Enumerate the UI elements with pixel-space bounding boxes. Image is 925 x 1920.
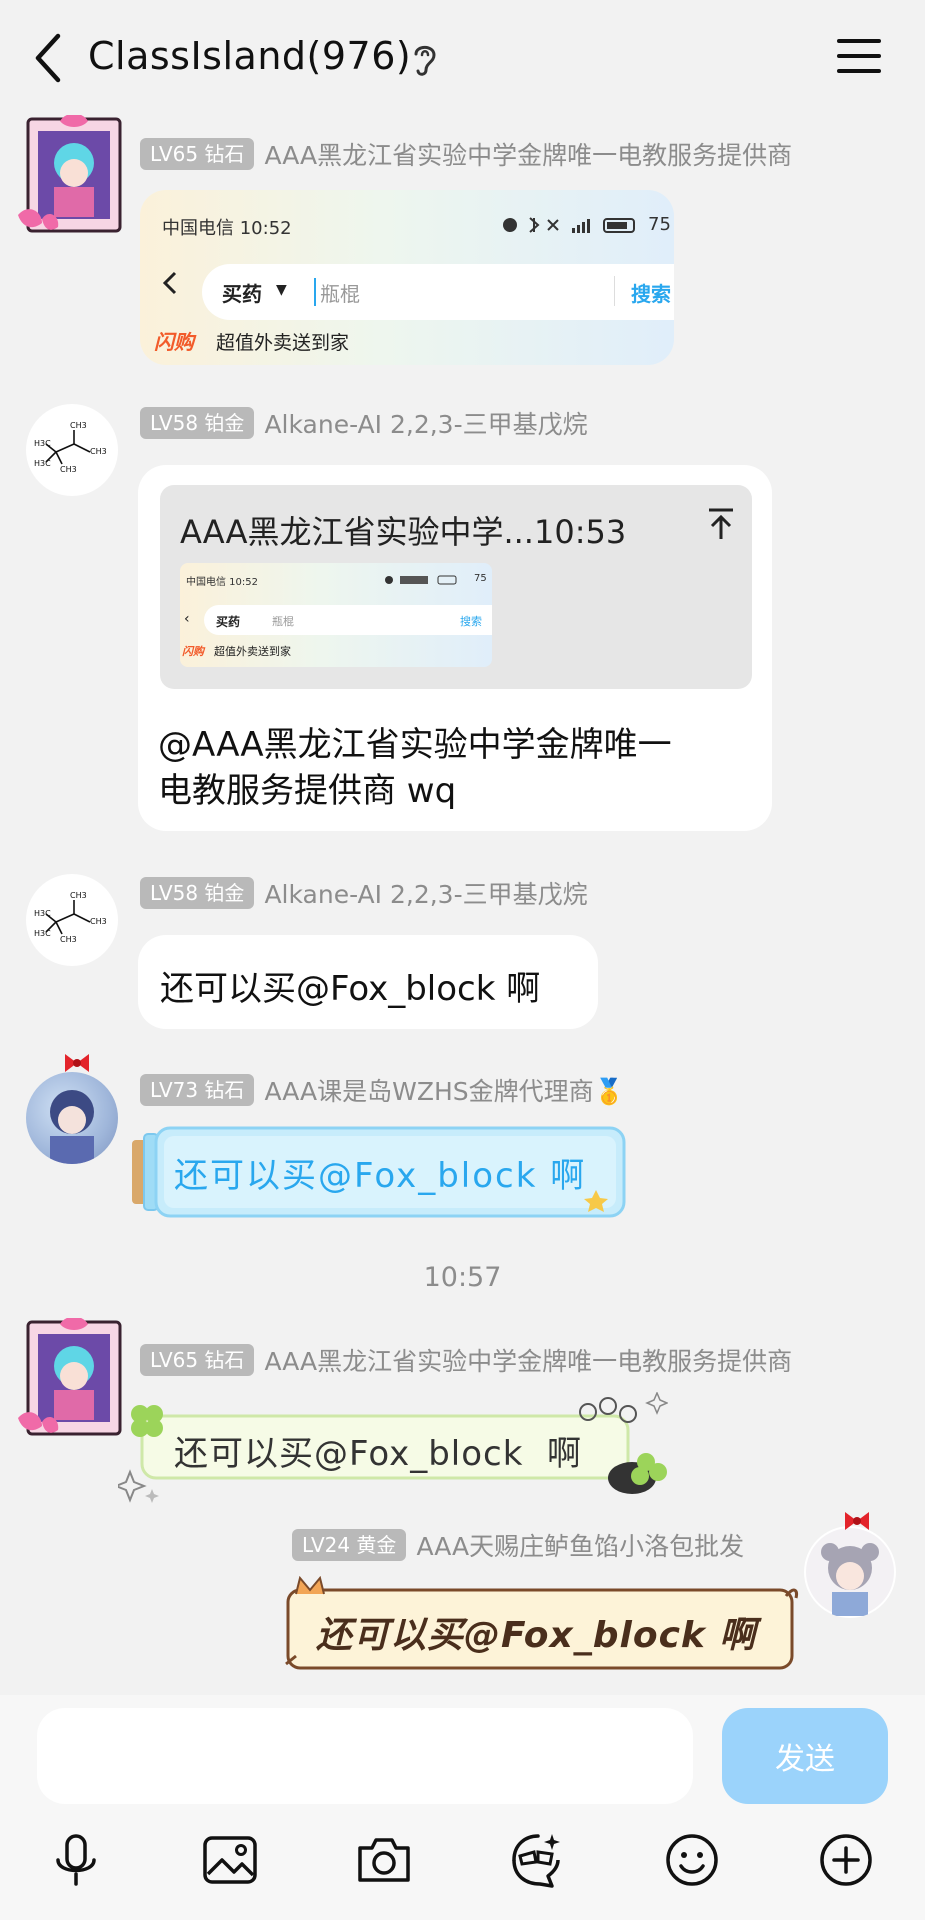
bottle-bubble[interactable]: 还可以买@Fox_block 啊 [130,1126,628,1218]
molecule-structure-icon: CH3 CH3 H3C H3C CH3 [34,421,107,474]
message-meta: LV73 钻石 AAA课是岛WZHS金牌代理商🥇 [140,1073,625,1107]
molecule-structure-icon: CH3 CH3 H3C H3C CH3 [34,891,107,944]
ear-icon[interactable] [410,40,440,78]
sender-name[interactable]: AAA黑龙江省实验中学金牌唯一电教服务提供商 [264,1342,792,1378]
emoji-icon[interactable] [662,1830,722,1890]
message-text: 还可以买@Fox_block 啊 [160,969,541,1009]
avatar[interactable] [26,1072,118,1164]
ch3-label: CH3 [90,917,107,926]
chat-title[interactable]: ClassIsland(976) [88,34,411,78]
status-time: 中国电信 10:52 [162,218,292,239]
quoted-message[interactable]: AAA黑龙江省实验中学...10:53 中国电信 10:52 75 ‹ 买药 瓶… [160,485,752,689]
microphone-icon[interactable] [46,1830,106,1890]
level-badge: LV65 钻石 [140,1344,255,1376]
image-icon[interactable] [200,1830,260,1890]
message-meta: LV58 铂金 Alkane-AI 2,2,3-三甲基戊烷 [140,406,588,440]
reply-message-bubble[interactable]: AAA黑龙江省实验中学...10:53 中国电信 10:52 75 ‹ 买药 瓶… [138,465,772,831]
search-category: 买药 [222,282,262,306]
ch3-label: CH3 [60,935,77,944]
message-text: 还可以买@Fox_block 啊 [174,1434,583,1474]
message-text: 还可以买@Fox_block 啊 [316,1615,757,1656]
sender-name[interactable]: Alkane-AI 2,2,3-三甲基戊烷 [264,875,587,911]
promo-text: 超值外卖送到家 [216,332,350,354]
quoted-image-thumbnail: 中国电信 10:52 75 ‹ 买药 瓶棍 搜索 闪购 超值外卖送到家 [180,563,492,667]
message-input[interactable] [37,1708,693,1804]
ai-face-icon[interactable] [506,1830,566,1890]
clover-bubble[interactable]: 还可以买@Fox_block 啊 [118,1392,668,1508]
anime-avatar-frame-icon [18,1316,122,1436]
level-badge: LV58 铂金 [140,877,255,909]
status-icons [385,575,457,585]
chevron-left-icon [162,271,177,295]
h3c-label: H3C [34,909,51,918]
chevron-left-icon[interactable] [30,30,70,86]
message-bubble[interactable]: 还可以买@Fox_block 啊 [138,935,598,1029]
message-text: 还可以买@Fox_block 啊 [174,1156,587,1196]
camera-icon[interactable] [354,1830,414,1890]
avatar[interactable] [18,1316,130,1440]
bow-decoration-icon [845,1512,869,1530]
image-message[interactable]: 中国电信 10:52 75 买药 ▼ 瓶棍 搜索 闪购 超值外卖送到家 [140,190,674,365]
battery-level: 75 [648,214,671,235]
sender-name[interactable]: AAA黑龙江省实验中学金牌唯一电教服务提供商 [264,136,792,172]
level-badge: LV58 铂金 [140,407,255,439]
avatar[interactable] [804,1526,896,1618]
bow-decoration-icon [65,1054,89,1072]
ch3-label: CH3 [90,447,107,456]
send-button[interactable]: 发送 [722,1708,888,1804]
message-text: 电教服务提供商 wq [158,771,457,811]
message-meta: LV65 钻石 AAA黑龙江省实验中学金牌唯一电教服务提供商 [140,1343,792,1377]
dropdown-arrow-icon: ▼ [276,282,287,298]
plus-icon[interactable] [816,1830,876,1890]
promo-brand: 闪购 [154,330,194,354]
message-meta: LV24 黄金 AAA天赐庄鲈鱼馅小洛包批发 [292,1528,744,1562]
chevron-left-icon: ‹ [184,611,190,627]
quote-header: AAA黑龙江省实验中学...10:53 [180,513,627,551]
h3c-label: H3C [34,929,51,938]
sender-name[interactable]: Alkane-AI 2,2,3-三甲基戊烷 [264,405,587,441]
level-badge: LV24 黄金 [292,1529,407,1561]
ch3-label: CH3 [60,465,77,474]
sender-name[interactable]: AAA课是岛WZHS金牌代理商🥇 [264,1072,624,1108]
jump-to-top-icon[interactable] [706,507,736,541]
level-badge: LV73 钻石 [140,1074,255,1106]
h3c-label: H3C [34,439,51,448]
sender-name[interactable]: AAA天赐庄鲈鱼馅小洛包批发 [416,1527,744,1563]
ch3-label: CH3 [70,891,87,900]
anime-avatar-icon [50,1090,94,1164]
hamburger-menu-icon[interactable] [835,36,883,76]
search-button-label: 搜索 [631,282,671,306]
avatar[interactable]: CH3 CH3 H3C H3C CH3 [26,404,118,496]
message-meta: LV58 铂金 Alkane-AI 2,2,3-三甲基戊烷 [140,876,588,910]
level-badge: LV65 钻石 [140,138,255,170]
time-separator: 10:57 [423,1262,502,1293]
avatar[interactable]: CH3 CH3 H3C H3C CH3 [26,874,118,966]
status-icons [503,217,635,233]
message-meta: LV65 钻石 AAA黑龙江省实验中学金牌唯一电教服务提供商 [140,137,792,171]
search-query: 瓶棍 [320,282,360,306]
message-text: @AAA黑龙江省实验中学金牌唯一 [158,725,672,765]
anime-avatar-icon [806,1528,894,1616]
h3c-label: H3C [34,459,51,468]
avatar[interactable] [18,113,130,237]
ch3-label: CH3 [70,421,87,430]
cat-bubble[interactable]: 还可以买@Fox_block 啊 [282,1576,800,1676]
anime-avatar-frame-icon [18,113,122,233]
